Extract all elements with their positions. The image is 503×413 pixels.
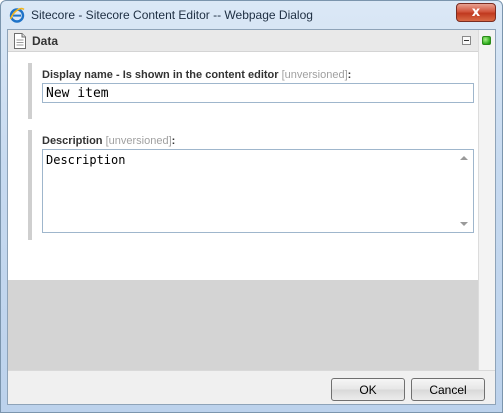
ie-logo-icon: [9, 7, 25, 23]
field-display-name: Display name - Is shown in the content e…: [28, 63, 475, 119]
ok-button[interactable]: OK: [331, 378, 405, 401]
window-title: Sitecore - Sitecore Content Editor -- We…: [31, 8, 313, 22]
description-qualifier: [unversioned]: [105, 135, 172, 147]
status-indicator-icon[interactable]: [482, 36, 491, 45]
section-title: Data: [32, 34, 59, 48]
title-bar[interactable]: Sitecore - Sitecore Content Editor -- We…: [1, 1, 502, 29]
scroll-down-icon[interactable]: [460, 222, 468, 226]
display-name-label: Display name - Is shown in the content e…: [42, 69, 351, 81]
collapse-section-icon[interactable]: [462, 36, 471, 45]
display-name-label-text: Display name - Is shown in the content e…: [42, 69, 279, 81]
description-label-suffix: :: [171, 135, 176, 147]
display-name-input[interactable]: [42, 83, 474, 103]
description-label-text: Description: [42, 135, 103, 147]
dialog-content: Data Display name - Is shown in the cont…: [7, 29, 496, 405]
dialog-footer: OK Cancel: [8, 370, 495, 404]
field-description: Description [unversioned]: Description: [28, 130, 475, 240]
description-textarea[interactable]: Description: [42, 149, 474, 233]
close-button[interactable]: x: [456, 3, 496, 22]
cancel-button[interactable]: Cancel: [411, 378, 485, 401]
display-name-label-suffix: :: [347, 69, 352, 81]
section-header-data[interactable]: Data: [8, 30, 478, 52]
scroll-up-icon[interactable]: [460, 156, 468, 160]
close-icon: x: [471, 5, 481, 20]
empty-panel: [8, 280, 478, 370]
description-label: Description [unversioned]:: [42, 135, 175, 147]
document-icon: [14, 33, 26, 49]
dialog-window: Sitecore - Sitecore Content Editor -- We…: [0, 0, 503, 413]
validation-bar: [478, 30, 495, 404]
description-scrollbar[interactable]: [456, 150, 472, 232]
display-name-qualifier: [unversioned]: [281, 69, 348, 81]
